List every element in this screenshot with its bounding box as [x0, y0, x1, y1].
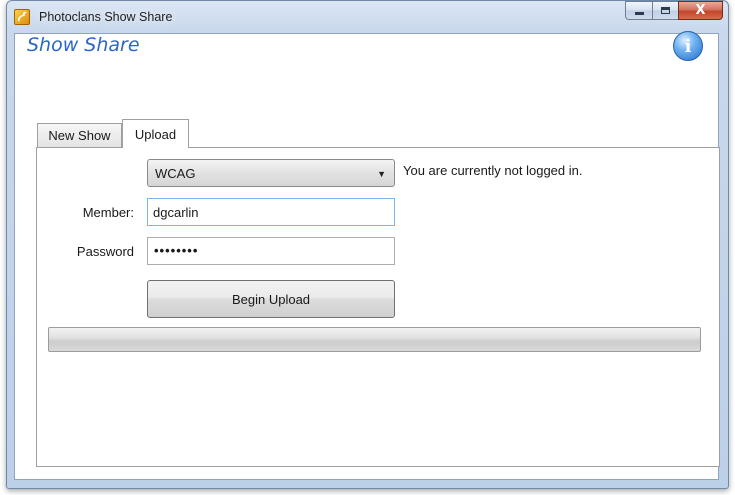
app-heading: Show Share [27, 34, 140, 56]
minimize-icon [634, 12, 644, 15]
close-button[interactable]: X [678, 1, 723, 20]
chevron-down-icon: ▼ [377, 169, 386, 179]
login-status-text: You are currently not logged in. [403, 163, 583, 178]
info-icon-glyph: i [684, 35, 692, 57]
upload-progress-bar [48, 327, 701, 352]
begin-upload-button[interactable]: Begin Upload [147, 280, 395, 318]
minimize-button[interactable] [625, 1, 652, 20]
info-icon[interactable]: i [673, 31, 703, 61]
member-field[interactable] [147, 198, 395, 226]
password-field[interactable]: •••••••• [147, 237, 395, 265]
member-label: Member: [82, 205, 134, 220]
password-label: Password [76, 244, 134, 259]
password-masked-value: •••••••• [154, 243, 199, 258]
tab-new-show[interactable]: New Show [37, 123, 122, 147]
window-title: Photoclans Show Share [39, 10, 173, 24]
window-caption-buttons: X [625, 1, 723, 20]
maximize-icon [661, 7, 670, 14]
club-select-value: WCAG [155, 166, 196, 181]
maximize-button[interactable] [652, 1, 678, 20]
title-bar[interactable]: Photoclans Show Share X [7, 1, 728, 35]
club-select[interactable]: WCAG ▼ [147, 159, 395, 187]
photoclans-app-icon [14, 9, 30, 25]
close-icon: X [695, 3, 706, 18]
tab-upload[interactable]: Upload [122, 119, 189, 148]
